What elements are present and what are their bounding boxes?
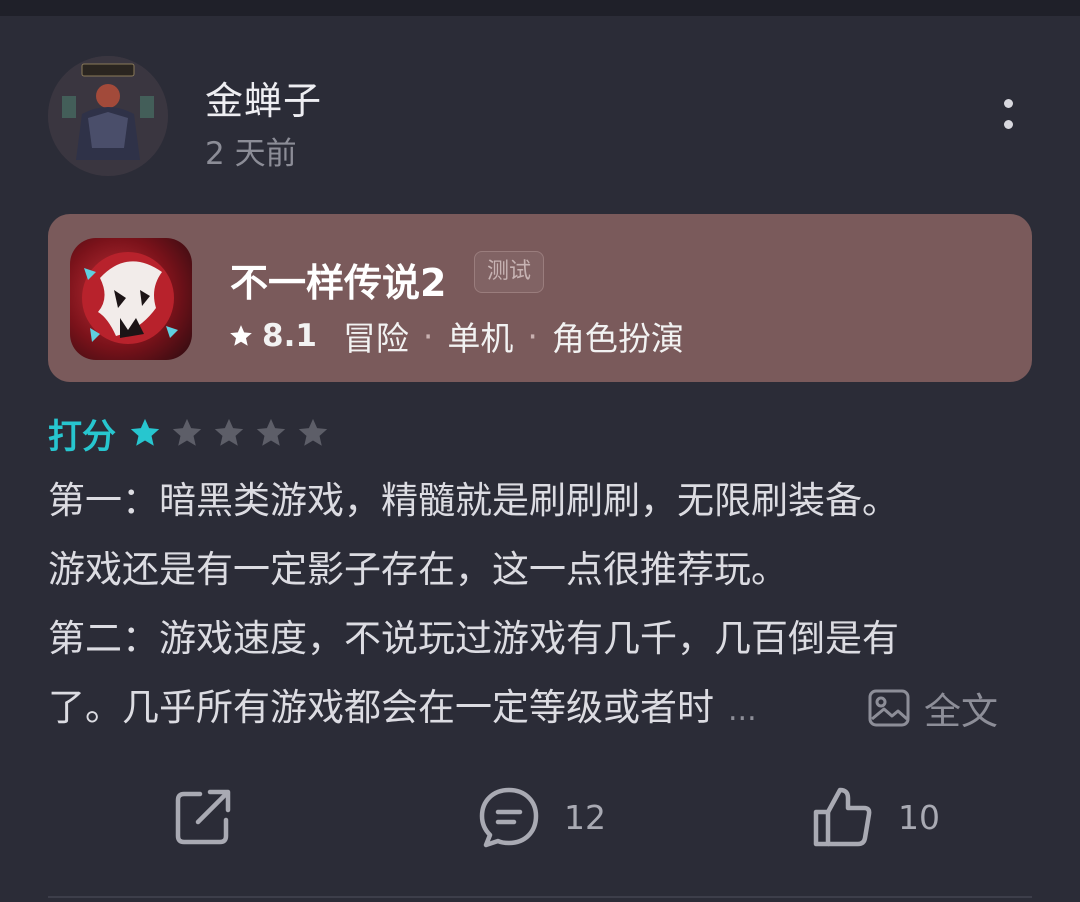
- game-score: 8.1: [262, 318, 317, 354]
- rating-label: 打分: [48, 416, 116, 457]
- more-options-button[interactable]: [990, 95, 1026, 135]
- star-icon-empty: [298, 418, 328, 446]
- star-icon: [230, 325, 252, 346]
- like-count: 10: [898, 797, 940, 837]
- review-line-text: 了。几乎所有游戏都会在一定等级或者时: [48, 686, 714, 729]
- review-line: 第一：暗黑类游戏，精髓就是刷刷刷，无限刷装备。: [48, 479, 899, 522]
- bottom-divider: [48, 896, 1032, 898]
- comment-button[interactable]: 12: [478, 784, 606, 850]
- top-divider-band: [0, 0, 1080, 16]
- star-icon-empty: [256, 418, 286, 446]
- genre-adventure: 冒险: [342, 319, 409, 358]
- post-time: 2 天前: [205, 136, 297, 172]
- genre-singleplayer: 单机: [447, 319, 514, 358]
- author-avatar[interactable]: [48, 56, 168, 176]
- like-button[interactable]: 10: [812, 784, 940, 850]
- review-line: 第二：游戏速度，不说玩过游戏有几千，几百倒是有: [48, 617, 899, 660]
- more-vertical-icon: [1004, 99, 1013, 108]
- rating-row: 打分: [48, 408, 338, 458]
- author-name[interactable]: 金蝉子: [205, 70, 322, 125]
- game-card[interactable]: 不一样传说2 测试 8.1 冒险 · 单机 · 角色扮演: [48, 214, 1032, 382]
- full-text-label: 全文: [924, 690, 998, 733]
- more-vertical-icon-dot: [1004, 120, 1013, 129]
- review-line: 游戏还是有一定影子存在，这一点很推荐玩。: [48, 548, 788, 591]
- comment-count: 12: [564, 797, 606, 837]
- full-text-button[interactable]: 全文: [868, 683, 998, 733]
- star-icon-empty: [172, 418, 202, 446]
- game-test-tag: 测试: [474, 251, 545, 293]
- star-icon-empty: [214, 418, 244, 446]
- star-icon-filled: [130, 418, 160, 446]
- comment-icon: [479, 787, 539, 848]
- share-icon: [175, 789, 231, 845]
- game-app-icon: [70, 238, 192, 360]
- review-ellipsis: ...: [728, 693, 757, 728]
- avatar-image: [48, 56, 168, 176]
- share-button[interactable]: [172, 784, 234, 850]
- genre-separator: ·: [422, 316, 434, 356]
- image-icon: [868, 689, 910, 727]
- game-title: 不一样传说2: [230, 261, 447, 305]
- genre-separator: ·: [527, 316, 538, 356]
- genre-rpg: 角色扮演: [551, 319, 684, 358]
- game-meta: 8.1 冒险 · 单机 · 角色扮演: [228, 312, 684, 360]
- thumbs-up-icon: [813, 787, 872, 847]
